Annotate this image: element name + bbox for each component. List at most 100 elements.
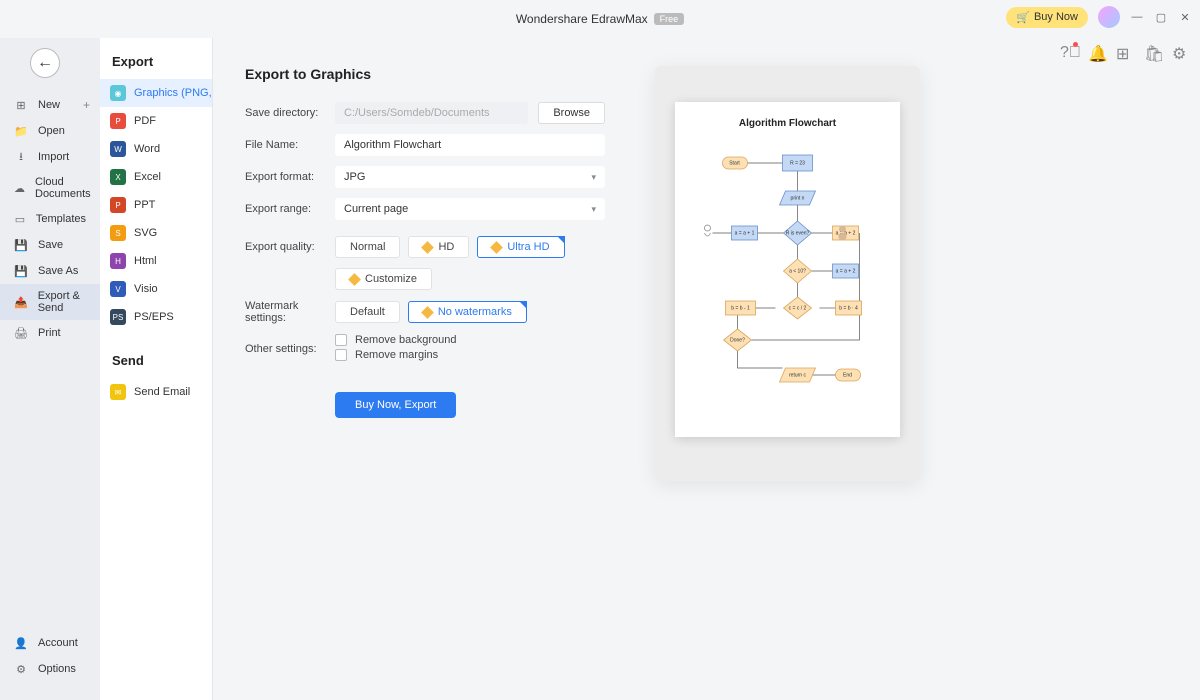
remove-bg-label: Remove background (355, 334, 457, 346)
free-badge: Free (654, 13, 685, 25)
sidebar-item-templates[interactable]: ▭Templates (0, 206, 100, 232)
export-item-excel[interactable]: XExcel (100, 163, 212, 191)
flowchart-preview: .r-blue{fill:#c3d9f5;stroke:#6a8fc7;stro… (687, 143, 888, 423)
sidebar-item-label: New (38, 99, 60, 111)
export-item-html[interactable]: HHtml (100, 247, 212, 275)
svg-text:a = a + 2: a = a + 2 (836, 268, 856, 274)
diamond-icon (422, 241, 435, 254)
sidebar-item-import[interactable]: ⭳Import (0, 144, 100, 170)
save-dir-input[interactable] (335, 102, 528, 124)
title-bar: Wondershare EdrawMax Free 🛒 Buy Now — ▢ … (0, 0, 1200, 38)
checkbox-icon (335, 349, 347, 361)
sidebar-item-open[interactable]: 📁Open (0, 118, 100, 144)
svg-text:a = a + 1: a = a + 1 (735, 230, 755, 236)
save-icon: 💾 (14, 238, 28, 252)
app-title-text: Wondershare EdrawMax (516, 12, 648, 26)
export-item-label: Word (134, 143, 160, 155)
export-heading: Export (100, 50, 212, 79)
export-item-svg[interactable]: SSVG (100, 219, 212, 247)
close-button[interactable]: ✕ (1178, 10, 1192, 24)
ps-file-icon: PS (110, 309, 126, 325)
sidebar-item-label: Account (38, 637, 78, 649)
export-item-ps[interactable]: PSPS/EPS (100, 303, 212, 331)
other-settings-label: Other settings: (245, 343, 335, 355)
export-quality-label: Export quality: (245, 241, 335, 253)
plus-icon[interactable]: + (83, 98, 90, 112)
quality-hd-button[interactable]: HD (408, 236, 469, 258)
send-item-email[interactable]: ✉Send Email (100, 378, 212, 406)
account-icon: 👤 (14, 636, 28, 650)
cloud-icon: ☁ (14, 181, 25, 195)
gear-icon: ⚙ (14, 662, 28, 676)
watermark-none-label: No watermarks (438, 306, 512, 318)
maximize-button[interactable]: ▢ (1154, 10, 1168, 24)
cart-small-icon[interactable]: 🛍 (1144, 44, 1160, 60)
remove-margins-checkbox[interactable]: Remove margins (335, 349, 438, 361)
watermark-default-label: Default (350, 306, 385, 318)
template-icon: ▭ (14, 212, 26, 226)
grid-icon[interactable]: ⊞ (1116, 44, 1132, 60)
checkbox-icon (335, 334, 347, 346)
watermark-default-button[interactable]: Default (335, 301, 400, 323)
export-submit-button[interactable]: Buy Now, Export (335, 392, 456, 418)
export-item-graphics[interactable]: ◉ Graphics (PNG, JPG e... (100, 79, 212, 107)
sidebar-item-print[interactable]: 🖨Print (0, 320, 100, 346)
sidebar-item-label: Save As (38, 265, 78, 277)
bell-icon[interactable]: 🔔 (1088, 44, 1104, 60)
diamond-icon (421, 306, 434, 319)
back-button[interactable]: ← (30, 48, 60, 78)
svg-text:b = b - 1: b = b - 1 (731, 305, 750, 311)
sidebar-item-label: Save (38, 239, 63, 251)
quality-normal-label: Normal (350, 241, 385, 253)
quality-normal-button[interactable]: Normal (335, 236, 400, 258)
diamond-icon (490, 241, 503, 254)
svg-text:R = 23: R = 23 (790, 160, 805, 166)
image-file-icon: ◉ (110, 85, 126, 101)
sidebar-item-label: Cloud Documents (35, 176, 91, 200)
svg-text:b = b · 4: b = b · 4 (839, 305, 858, 311)
minimize-button[interactable]: — (1130, 10, 1144, 24)
ppt-file-icon: P (110, 197, 126, 213)
word-file-icon: W (110, 141, 126, 157)
sidebar-item-export[interactable]: 📤Export & Send (0, 284, 100, 320)
visio-file-icon: V (110, 281, 126, 297)
gear-icon[interactable]: ⚙ (1172, 44, 1188, 60)
export-range-select[interactable]: Current page (335, 198, 605, 220)
export-icon: 📤 (14, 295, 28, 309)
export-item-word[interactable]: W Word (100, 135, 212, 163)
svg-text:print n: print n (791, 195, 805, 201)
remove-bg-checkbox[interactable]: Remove background (335, 334, 457, 346)
svg-text:c = c / 2: c = c / 2 (789, 305, 807, 311)
export-item-label: PPT (134, 199, 155, 211)
mail-icon: ✉ (110, 384, 126, 400)
svg-file-icon: S (110, 225, 126, 241)
svg-text:End: End (843, 372, 852, 378)
export-item-pdf[interactable]: PPDF (100, 107, 212, 135)
quality-ultra-label: Ultra HD (507, 241, 549, 253)
sidebar-item-save[interactable]: 💾 Save (0, 232, 100, 258)
export-item-ppt[interactable]: P PPT (100, 191, 212, 219)
watermark-none-button[interactable]: No watermarks (408, 301, 527, 323)
browse-button[interactable]: Browse (538, 102, 605, 124)
sidebar-item-new[interactable]: ⊞New+ (0, 92, 100, 118)
sidebar-item-saveas[interactable]: 💾 Save As (0, 258, 100, 284)
avatar[interactable] (1098, 6, 1120, 28)
excel-file-icon: X (110, 169, 126, 185)
buy-now-button[interactable]: 🛒 Buy Now (1006, 7, 1088, 28)
sidebar-item-cloud[interactable]: ☁ Cloud Documents (0, 170, 100, 206)
help-icon[interactable]: ?⃝ (1060, 44, 1076, 60)
sidebar-item-options[interactable]: ⚙Options (0, 656, 100, 682)
cart-icon: 🛒 (1016, 11, 1030, 24)
export-format-select[interactable]: JPG (335, 166, 605, 188)
quality-ultrahd-button[interactable]: Ultra HD (477, 236, 564, 258)
sidebar-main: ← ⊞New+ 📁Open ⭳Import ☁Cloud Documents ▭… (0, 38, 100, 700)
export-item-label: Graphics (PNG, JPG e... (134, 87, 212, 99)
export-item-visio[interactable]: VVisio (100, 275, 212, 303)
saveas-icon: 💾 (14, 264, 28, 278)
preview-title: Algorithm Flowchart (687, 118, 888, 129)
sidebar-item-account[interactable]: 👤 Account (0, 630, 100, 656)
file-name-input[interactable] (335, 134, 605, 156)
quality-customize-label: Customize (365, 273, 417, 285)
export-item-label: Html (134, 255, 157, 267)
quality-customize-button[interactable]: Customize (335, 268, 432, 290)
